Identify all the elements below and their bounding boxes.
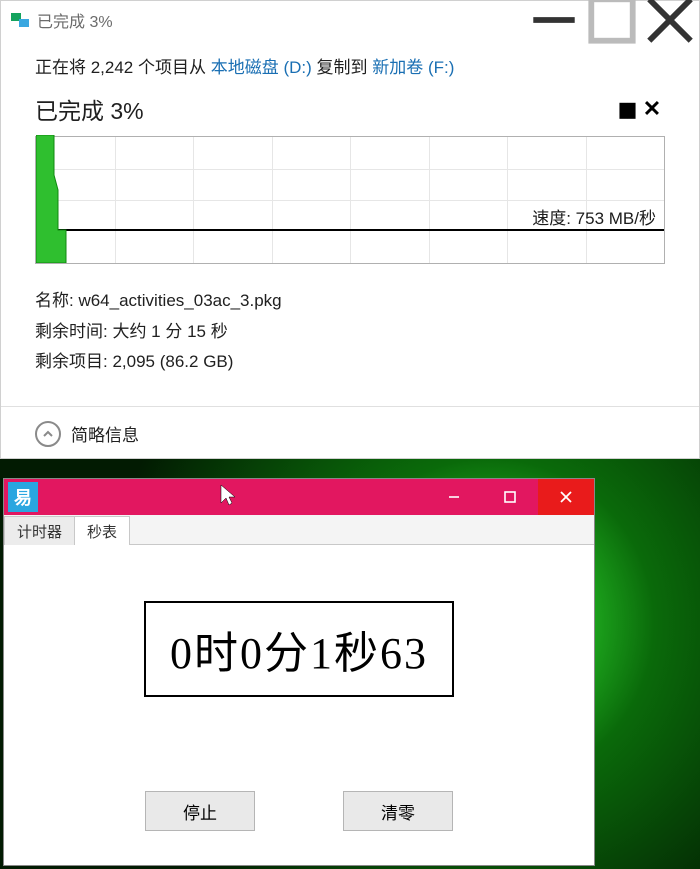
speed-graph: 速度: 753 MB/秒 [35, 136, 665, 264]
speed-baseline [36, 229, 664, 231]
dest-drive-link[interactable]: 新加卷 (F:) [372, 58, 454, 77]
tab-timer[interactable]: 计时器 [4, 516, 75, 545]
copy-summary-mid: 复制到 [312, 58, 372, 77]
stop-button[interactable]: 停止 [145, 791, 255, 831]
copy-summary-line: 正在将 2,242 个项目从 本地磁盘 (D:) 复制到 新加卷 (F:) [35, 53, 665, 78]
stopwatch-window-controls [426, 479, 594, 515]
pause-button[interactable]: ▮▮ [613, 97, 639, 122]
details-toggle-label: 简略信息 [71, 421, 139, 446]
meta-time-value: 大约 1 分 15 秒 [112, 322, 227, 341]
details-toggle-row[interactable]: 简略信息 [1, 407, 699, 461]
copy-meta-block: 名称: w64_activities_03ac_3.pkg 剩余时间: 大约 1… [35, 286, 665, 378]
window-close-button[interactable] [641, 1, 699, 39]
source-drive-link[interactable]: 本地磁盘 (D:) [211, 58, 312, 77]
stopwatch-button-row: 停止 清零 [4, 791, 594, 851]
copy-app-icon [11, 13, 29, 27]
file-copy-window-controls [525, 1, 699, 39]
file-copy-window: 已完成 3% 正在将 2,242 个项目从 本地磁盘 (D:) 复制到 新加卷 … [0, 0, 700, 459]
stopwatch-maximize-button[interactable] [482, 479, 538, 515]
meta-items-label: 剩余项目: [35, 352, 112, 371]
meta-name-label: 名称: [35, 291, 78, 310]
stopwatch-titlebar[interactable]: 易 [4, 479, 594, 515]
file-copy-title: 已完成 3% [37, 8, 113, 32]
stopwatch-display-area: 0时0分1秒63 [4, 545, 594, 791]
stopwatch-window: 易 计时器 秒表 0时0分1秒63 停止 清零 [3, 478, 595, 866]
stopwatch-minimize-button[interactable] [426, 479, 482, 515]
stopwatch-tabs: 计时器 秒表 [4, 515, 594, 545]
copy-summary-prefix: 正在将 2,242 个项目从 [35, 58, 211, 77]
meta-time-label: 剩余时间: [35, 322, 112, 341]
speed-fill-icon [36, 135, 76, 263]
meta-time-row: 剩余时间: 大约 1 分 15 秒 [35, 317, 665, 348]
stopwatch-display: 0时0分1秒63 [144, 601, 454, 697]
chevron-up-icon [35, 421, 61, 447]
maximize-button[interactable] [583, 1, 641, 39]
speed-label: 速度: 753 MB/秒 [532, 204, 656, 229]
cursor-icon [218, 483, 238, 512]
cancel-copy-button[interactable]: ✕ [639, 96, 665, 122]
meta-name-row: 名称: w64_activities_03ac_3.pkg [35, 286, 665, 317]
clear-button[interactable]: 清零 [343, 791, 453, 831]
minimize-button[interactable] [525, 1, 583, 39]
stopwatch-close-button[interactable] [538, 479, 594, 515]
percent-complete-text: 已完成 3% [35, 92, 613, 126]
meta-items-row: 剩余项目: 2,095 (86.2 GB) [35, 347, 665, 378]
meta-name-value: w64_activities_03ac_3.pkg [78, 291, 281, 310]
meta-items-value: 2,095 (86.2 GB) [112, 352, 233, 371]
stopwatch-app-icon: 易 [8, 482, 38, 512]
file-copy-titlebar[interactable]: 已完成 3% [1, 1, 699, 39]
tab-stopwatch[interactable]: 秒表 [74, 516, 130, 545]
